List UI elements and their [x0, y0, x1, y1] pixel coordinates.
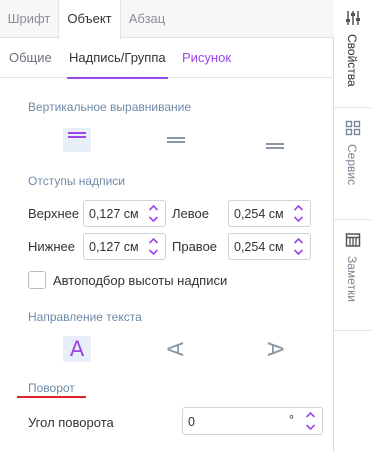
margin-right-input[interactable]: 0,254 см [228, 233, 311, 260]
tab-font[interactable]: Шрифт [0, 0, 58, 38]
align-top-icon [68, 132, 86, 138]
margin-right-label: Правое [172, 239, 218, 254]
align-bottom-icon [266, 143, 284, 149]
grid-icon [345, 120, 361, 136]
subtab-picture[interactable]: Рисунок [182, 38, 231, 78]
text-rotate-down-icon: A [263, 341, 287, 357]
direction-rotate-up-button[interactable]: A [162, 336, 190, 362]
margins-label: Отступы надписи [28, 174, 125, 188]
top-tab-bar: Шрифт Объект Абзац [0, 0, 334, 39]
margin-left-input[interactable]: 0,254 см [228, 200, 311, 227]
rotation-label: Поворот [28, 381, 75, 395]
align-top-button[interactable] [63, 128, 91, 152]
margin-bottom-input[interactable]: 0,127 см [83, 233, 166, 260]
tab-paragraph[interactable]: Абзац [121, 0, 173, 38]
vertical-alignment-label: Вертикальное выравнивание [28, 100, 192, 114]
sidebar-item-properties[interactable]: Свойства [334, 0, 371, 108]
align-bottom-button[interactable] [261, 136, 289, 160]
subtab-textbox-group[interactable]: Надпись/Группа [67, 38, 168, 79]
margin-bottom-label: Нижнее [28, 239, 75, 254]
text-rotate-up-icon: A [164, 341, 188, 357]
text-horizontal-icon: A [69, 337, 85, 361]
sub-tab-bar: Общие Надпись/Группа Рисунок [0, 38, 334, 79]
autofit-label: Автоподбор высоты надписи [53, 273, 228, 288]
sliders-icon [345, 10, 361, 26]
properties-panel: Шрифт Объект Абзац Общие Надпись/Группа … [0, 0, 334, 452]
sidebar-label-properties: Свойства [345, 34, 359, 87]
margin-top-label: Верхнее [28, 206, 80, 221]
margin-bottom-value: 0,127 см [89, 240, 139, 254]
text-direction-label: Направление текста [28, 310, 142, 324]
subtab-general[interactable]: Общие [9, 38, 52, 78]
sidebar-item-service[interactable]: Сервис [334, 108, 371, 220]
tab-object[interactable]: Объект [58, 0, 121, 39]
margin-top-input[interactable]: 0,127 см [83, 200, 166, 227]
sidebar-item-notes[interactable]: Заметки [334, 220, 371, 331]
chevron-up-icon[interactable] [148, 204, 159, 212]
chevron-down-icon[interactable] [293, 215, 304, 223]
chevron-down-icon[interactable] [305, 423, 316, 431]
align-middle-icon [167, 137, 185, 143]
chevron-down-icon[interactable] [148, 215, 159, 223]
rotation-unit: ° [289, 413, 294, 427]
margin-left-label: Левое [172, 206, 209, 221]
direction-horizontal-button[interactable]: A [63, 336, 91, 362]
margin-top-value: 0,127 см [89, 207, 139, 221]
margin-left-value: 0,254 см [234, 207, 284, 221]
align-middle-button[interactable] [162, 128, 190, 152]
rotation-angle-input[interactable]: 0 ° [182, 407, 323, 435]
margin-right-value: 0,254 см [234, 240, 284, 254]
rotation-angle-value: 0 [188, 415, 195, 429]
right-sidebar: Свойства Сервис Заметки [334, 0, 371, 452]
chevron-up-icon[interactable] [305, 411, 316, 419]
chevron-up-icon[interactable] [293, 237, 304, 245]
chevron-up-icon[interactable] [148, 237, 159, 245]
sidebar-label-notes: Заметки [345, 256, 359, 302]
chevron-up-icon[interactable] [293, 204, 304, 212]
chevron-down-icon[interactable] [148, 248, 159, 256]
chevron-down-icon[interactable] [293, 248, 304, 256]
autofit-checkbox[interactable] [28, 271, 46, 289]
notes-icon [345, 232, 361, 248]
rotation-highlight-underline [17, 396, 86, 398]
sidebar-label-service: Сервис [345, 144, 359, 186]
direction-rotate-down-button[interactable]: A [261, 336, 289, 362]
rotation-angle-label: Угол поворота [28, 415, 114, 430]
